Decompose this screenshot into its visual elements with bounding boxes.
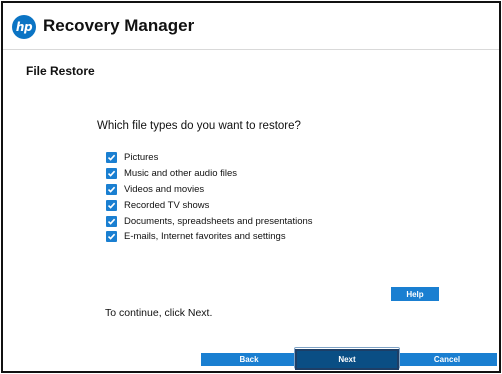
help-button[interactable]: Help — [391, 287, 439, 301]
app-title: Recovery Manager — [43, 16, 195, 35]
checkbox-checked-icon[interactable] — [106, 183, 117, 195]
back-button[interactable]: Back — [201, 353, 297, 366]
option-recorded-tv[interactable]: Recorded TV shows — [106, 197, 313, 213]
checkbox-checked-icon[interactable] — [106, 152, 117, 164]
checkbox-checked-icon[interactable] — [106, 215, 117, 227]
question-text: Which file types do you want to restore? — [97, 120, 301, 132]
page-title: File Restore — [26, 64, 95, 78]
option-label: Videos and movies — [124, 183, 205, 195]
option-pictures[interactable]: Pictures — [106, 150, 313, 166]
checkbox-checked-icon[interactable] — [106, 199, 117, 211]
option-label: Documents, spreadsheets and presentation… — [124, 215, 313, 227]
option-videos[interactable]: Videos and movies — [106, 182, 313, 198]
checkbox-checked-icon[interactable] — [106, 168, 117, 180]
option-emails[interactable]: E-mails, Internet favorites and settings — [106, 229, 313, 245]
next-button[interactable]: Next — [295, 349, 399, 370]
cancel-button[interactable]: Cancel — [397, 353, 497, 366]
hp-logo: hp — [12, 15, 36, 39]
option-label: Pictures — [124, 152, 159, 164]
continue-instruction: To continue, click Next. — [105, 307, 213, 319]
option-label: E-mails, Internet favorites and settings — [124, 231, 286, 243]
option-label: Recorded TV shows — [124, 199, 210, 211]
option-label: Music and other audio files — [124, 168, 238, 180]
recovery-manager-window: hp Recovery Manager File Restore Which f… — [1, 1, 501, 373]
hp-logo-text: hp — [15, 20, 33, 34]
option-documents[interactable]: Documents, spreadsheets and presentation… — [106, 213, 313, 229]
option-music[interactable]: Music and other audio files — [106, 166, 313, 182]
checkbox-checked-icon[interactable] — [106, 231, 117, 243]
app-header: hp Recovery Manager — [3, 3, 499, 50]
file-type-options: Pictures Music and other audio files Vid… — [106, 150, 313, 245]
